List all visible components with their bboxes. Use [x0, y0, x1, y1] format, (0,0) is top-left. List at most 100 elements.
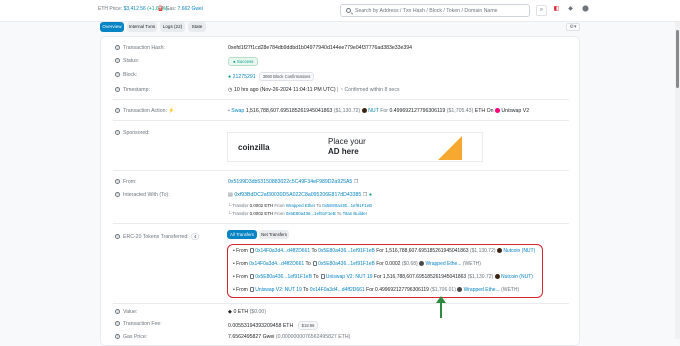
- search-input[interactable]: Search by Address / Txn Hash / Block / T…: [340, 4, 530, 17]
- block-value: ● 21275291 3060 Block Confirmations: [228, 72, 315, 81]
- transaction-details-card: ? Transaction Hash: 0xefd1f27f1cd28e784db…: [100, 36, 580, 346]
- divider: [113, 170, 569, 171]
- divider: [113, 223, 569, 224]
- transfer-to-link[interactable]: 0x5E80a436...1ef91F1eB: [318, 248, 375, 254]
- help-icon: ?: [115, 72, 120, 78]
- scrollbar-thumb[interactable]: [676, 30, 679, 88]
- transfer-from-link[interactable]: 0x5E80a436...1ef91F1eB: [255, 274, 312, 280]
- help-icon: ?: [115, 58, 120, 64]
- to-address-link[interactable]: 0xf93BdDC2af30030D5A022C8a095206E817dD43…: [234, 192, 361, 198]
- fee-value: 0.00553194393209458 ETH $18.88: [228, 321, 319, 330]
- nut-token-icon: [496, 248, 502, 254]
- transfer-from-link[interactable]: 0x14F0a3d4...d4ff2D661: [255, 248, 310, 254]
- eth-price-label: ETH Price:: [98, 6, 123, 12]
- to-label: ? Interacted With (To):: [115, 192, 170, 198]
- transfer-from-link[interactable]: Wrapped Ether: [286, 203, 315, 208]
- light-mode-icon[interactable]: ◧: [551, 5, 562, 16]
- transfer-row: • From 0x14F0a3d4...d4ff2D661 To 0x5E80a…: [233, 261, 481, 267]
- block-label: ? Block:: [115, 72, 138, 78]
- divider: [113, 99, 569, 100]
- copy-icon[interactable]: ❐: [363, 192, 368, 198]
- lightning-icon: ⚡: [168, 108, 175, 114]
- action-value: • Swap 1,516,788,607.695185261945041863 …: [228, 108, 530, 114]
- uniswap-link[interactable]: Uniswap V2: [501, 108, 529, 114]
- gas-price-value: 7.6562495827 Gwei (0.0000000076562495827…: [228, 334, 351, 340]
- tab-state[interactable]: State: [188, 22, 206, 32]
- help-icon: ?: [115, 234, 120, 240]
- to-value: ▤ 0xf93BdDC2af30030D5A022C8a095206E817dD…: [228, 192, 372, 198]
- gas-price-label: ? Gas Price:: [115, 334, 148, 340]
- from-value: 0x5199D3db53150883022c5C49F34eF989D2a925…: [228, 179, 358, 185]
- eth-price-value[interactable]: $3,412.56: [124, 6, 146, 12]
- action-label: ? Transaction Action: ⚡: [115, 108, 175, 114]
- gas-value[interactable]: 7.662 Gwei: [178, 6, 203, 12]
- nut-token-icon: [494, 274, 500, 280]
- transfer-row: • From 0x14F0a3d4...d4ff2D661 To 0x5E80a…: [233, 248, 536, 254]
- sponsored-ad[interactable]: coinzilla Place your AD here: [227, 132, 483, 162]
- gas-price: ⛽ Gas: 7.662 Gwei: [158, 6, 203, 12]
- tab-logs[interactable]: Logs (22): [160, 22, 185, 32]
- transfer-from-link[interactable]: 0x14F0a3d4...d4ff2D661: [249, 261, 304, 267]
- confirmed-icon: ◔: [339, 87, 343, 93]
- token-link[interactable]: Wrapped Ethe...: [464, 287, 500, 293]
- ad-graphic: [438, 136, 462, 160]
- fee-usd-badge: $18.88: [297, 321, 319, 330]
- from-label: ? From:: [115, 179, 137, 185]
- tx-hash-value[interactable]: 0xefd1f27f1cd28e784db9ddbd1b04977940d144…: [228, 45, 412, 51]
- transfer-to-link[interactable]: 0x5E80a436...1ef91F1eB: [318, 261, 375, 267]
- erc20-transfers-highlight: • From 0x14F0a3d4...d4ff2D661 To 0x5E80a…: [227, 244, 543, 298]
- tab-all-transfers[interactable]: All Transfers: [227, 230, 257, 239]
- file-icon: [250, 274, 255, 280]
- divider: [113, 303, 569, 304]
- signin-icon[interactable]: ⬤: [580, 5, 591, 16]
- uniswap-icon: [494, 108, 500, 114]
- ad-line2: AD here: [328, 147, 359, 156]
- search-placeholder: Search by Address / Txn Hash / Block / T…: [355, 8, 498, 14]
- token-link[interactable]: Wrapped Ethe...: [425, 261, 461, 267]
- copy-icon[interactable]: ❐: [354, 179, 359, 185]
- erc20-label: ? ERC-20 Tokens Transferred: 4: [115, 233, 200, 240]
- block-link[interactable]: 21275291: [233, 74, 256, 80]
- transfer-from-link[interactable]: 0x5E80a436...1ef91F1eB: [286, 211, 336, 216]
- transfer-to-link[interactable]: 0x14F0a3d4...d4ff2D661: [310, 287, 365, 293]
- transfer-row: • From 0x5E80a436...1ef91F1eB To Uniswap…: [233, 274, 533, 280]
- transfer-to-link[interactable]: 0x5E80a436...1ef91F1eB: [322, 203, 372, 208]
- annotation-arrow: [440, 298, 442, 318]
- clock-icon: ◷: [228, 87, 233, 93]
- nut-token-link[interactable]: NUT: [368, 108, 379, 114]
- eth-icon: ◆: [228, 309, 232, 315]
- transfer-from-link[interactable]: Uniswap V2: NUT 19: [255, 287, 302, 293]
- search-icon[interactable]: ⌕: [536, 5, 547, 16]
- help-icon: ?: [115, 309, 120, 315]
- fee-label: ? Transaction Fee:: [115, 321, 162, 327]
- help-icon: ?: [115, 130, 120, 136]
- settings-icon[interactable]: ⚙▾: [566, 23, 580, 31]
- gas-label: Gas:: [165, 6, 177, 12]
- nut-token-icon: [361, 108, 367, 114]
- weth-token-icon: [419, 261, 425, 267]
- help-icon: ?: [115, 321, 120, 327]
- tab-net-transfers[interactable]: Net Transfers: [259, 230, 289, 239]
- transfer-row: • From Uniswap V2: NUT 19 To 0x14F0a3d4.…: [233, 287, 520, 293]
- file-icon: [320, 274, 325, 280]
- token-link[interactable]: Nutcoin (NUT): [503, 248, 535, 254]
- timestamp-value: ◷ 10 hrs ago (Nov-26-2024 11:04:11 PM UT…: [228, 87, 400, 93]
- internal-transfer: └ Transfer 0.0002 ETH From Wrapped Ether…: [228, 203, 373, 208]
- help-icon: ?: [115, 334, 120, 340]
- eth-icon[interactable]: ◆: [565, 5, 576, 16]
- contract-icon: ▤: [228, 192, 233, 198]
- from-address-link[interactable]: 0x5199D3db53150883022c5C49F34eF989D2a925…: [228, 179, 352, 185]
- check-icon: ●: [228, 74, 232, 80]
- weth-token-icon: [457, 287, 463, 293]
- value-label: ? Value:: [115, 309, 138, 315]
- swap-label: Swap: [231, 108, 245, 114]
- token-link[interactable]: Nutcoin (NUT): [501, 274, 533, 280]
- help-icon: ?: [115, 108, 120, 114]
- file-icon: [313, 261, 318, 267]
- tab-overview[interactable]: Overview: [100, 22, 124, 32]
- transfer-to-link[interactable]: Uniswap V2: NUT 19: [326, 274, 373, 280]
- transfer-to-link[interactable]: Titan Builder: [343, 211, 368, 216]
- confirmations-badge: 3060 Block Confirmations: [258, 72, 315, 81]
- erc20-count-badge: 4: [191, 233, 200, 240]
- tab-internal-txns[interactable]: Internal Txns: [127, 22, 157, 32]
